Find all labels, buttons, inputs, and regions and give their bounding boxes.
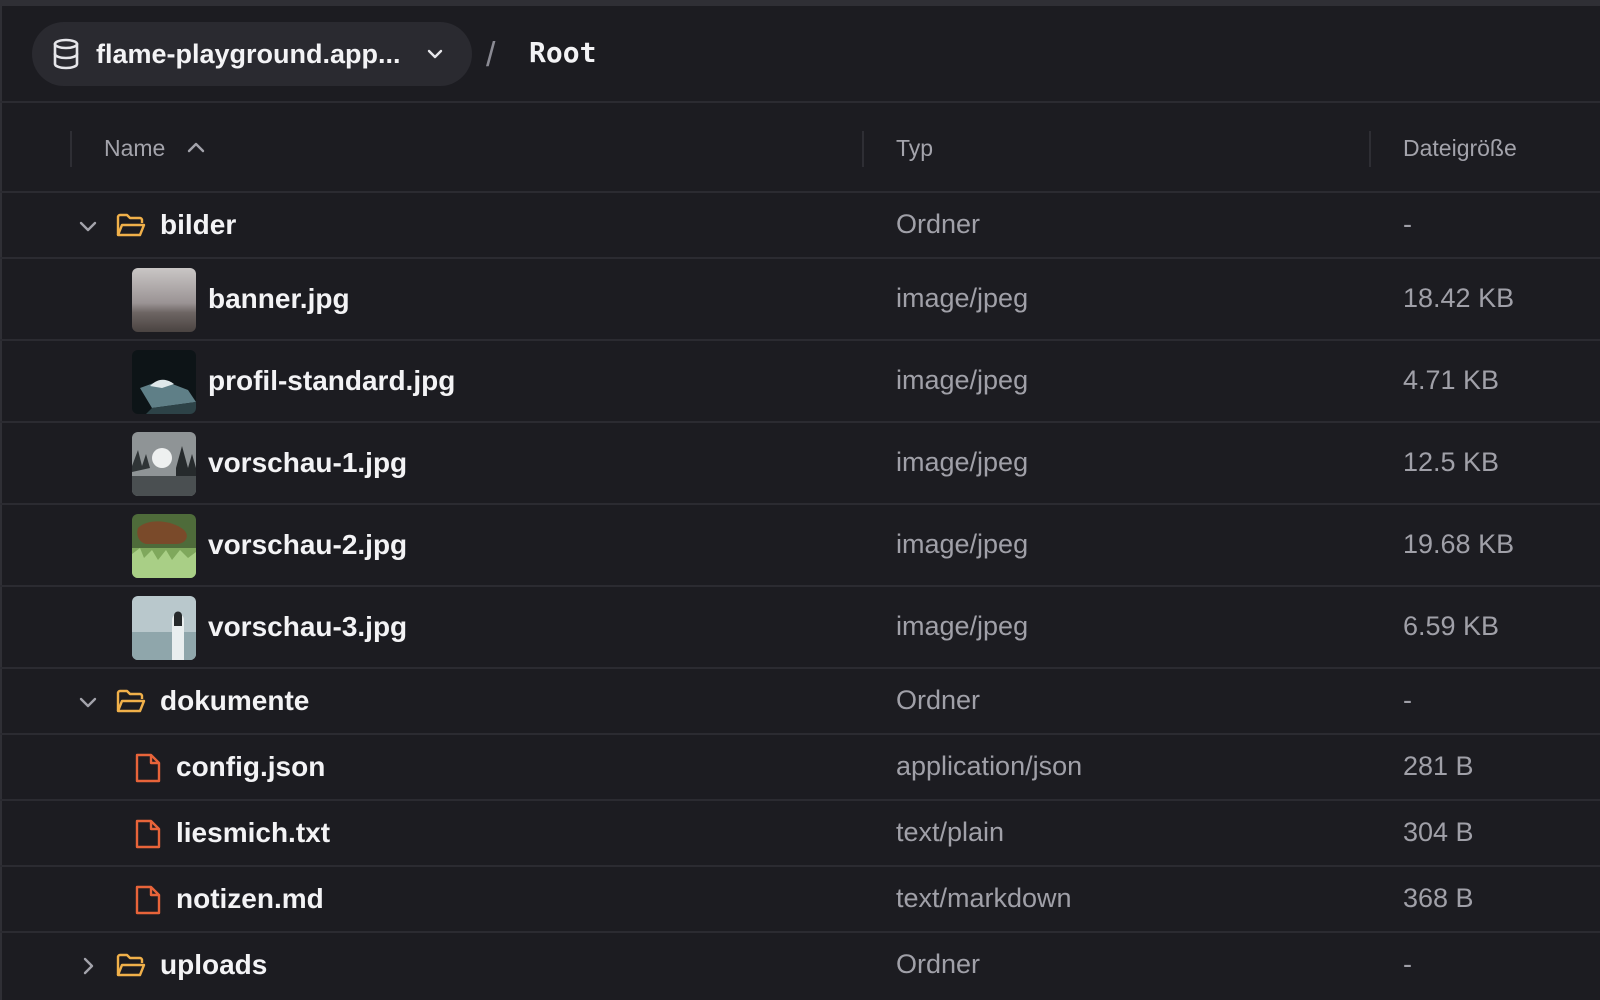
file-list: bilder Ordner - banner.jpg image/jpeg 18…: [0, 193, 1600, 999]
breadcrumb-separator: /: [486, 36, 496, 74]
table-row[interactable]: vorschau-1.jpg image/jpeg 12.5 KB: [0, 423, 1600, 505]
file-name: banner.jpg: [208, 283, 350, 314]
table-row[interactable]: profil-standard.jpg image/jpeg 4.71 KB: [0, 341, 1600, 423]
file-name: dokumente: [160, 685, 310, 716]
file-type: text/markdown: [896, 883, 1072, 913]
file-size: 18.42 KB: [1403, 283, 1515, 313]
file-name: vorschau-2.jpg: [208, 529, 408, 560]
table-row[interactable]: uploads Ordner -: [0, 933, 1600, 999]
column-divider: [1369, 131, 1371, 167]
file-name: notizen.md: [176, 883, 324, 914]
table-row[interactable]: vorschau-2.jpg image/jpeg 19.68 KB: [0, 505, 1600, 587]
chevron-down-icon: [426, 44, 446, 64]
file-name: liesmich.txt: [176, 817, 331, 848]
table-row[interactable]: liesmich.txt text/plain 304 B: [0, 801, 1600, 867]
file-name: vorschau-3.jpg: [208, 611, 408, 642]
file-name: bilder: [160, 209, 237, 240]
column-divider: [70, 131, 72, 167]
column-header-type[interactable]: Typ: [896, 135, 933, 162]
table-row[interactable]: dokumente Ordner -: [0, 669, 1600, 735]
file-type: Ordner: [896, 685, 981, 715]
file-name: vorschau-1.jpg: [208, 447, 408, 478]
database-icon: [52, 38, 82, 70]
file-size: 368 B: [1403, 883, 1474, 913]
file-icon: [135, 885, 161, 915]
file-type: Ordner: [896, 949, 981, 979]
file-size: 281 B: [1403, 751, 1474, 781]
column-header-name[interactable]: Name: [104, 135, 165, 162]
file-type: Ordner: [896, 209, 981, 239]
profile-thumbnail: [132, 350, 196, 414]
preview2-thumbnail: [132, 514, 196, 578]
folder-open-icon: [116, 953, 146, 977]
table-row[interactable]: banner.jpg image/jpeg 18.42 KB: [0, 259, 1600, 341]
breadcrumb-bar: flame-playground.app... / Root: [0, 6, 1600, 103]
preview1-thumbnail: [132, 432, 196, 496]
file-size: -: [1403, 209, 1412, 239]
chevron-down-icon[interactable]: [78, 692, 98, 712]
file-type: image/jpeg: [896, 611, 1029, 641]
file-size: 304 B: [1403, 817, 1474, 847]
file-size: 12.5 KB: [1403, 447, 1500, 477]
file-icon: [135, 753, 161, 783]
file-icon: [135, 819, 161, 849]
file-size: 6.59 KB: [1403, 611, 1500, 641]
file-size: -: [1403, 685, 1412, 715]
table-row[interactable]: vorschau-3.jpg image/jpeg 6.59 KB: [0, 587, 1600, 669]
breadcrumb-root[interactable]: Root: [529, 36, 596, 69]
preview3-thumbnail: [132, 596, 196, 660]
table-header: Name Typ Dateigröße: [0, 105, 1600, 193]
file-name: config.json: [176, 751, 326, 782]
folder-open-icon: [116, 689, 146, 713]
table-row[interactable]: notizen.md text/markdown 368 B: [0, 867, 1600, 933]
table-row[interactable]: config.json application/json 281 B: [0, 735, 1600, 801]
file-name: uploads: [160, 949, 268, 980]
file-name: profil-standard.jpg: [208, 365, 456, 396]
chevron-right-icon[interactable]: [78, 956, 98, 976]
bucket-name: flame-playground.app...: [96, 38, 401, 69]
chevron-down-icon[interactable]: [78, 216, 98, 236]
file-type: image/jpeg: [896, 447, 1029, 477]
file-type: application/json: [896, 751, 1083, 781]
file-size: 4.71 KB: [1403, 365, 1500, 395]
column-header-size[interactable]: Dateigröße: [1403, 135, 1517, 162]
table-row[interactable]: bilder Ordner -: [0, 193, 1600, 259]
bucket-selector[interactable]: flame-playground.app...: [32, 22, 472, 86]
file-type: text/plain: [896, 817, 1005, 847]
sort-ascending-icon[interactable]: [186, 138, 206, 158]
file-type: image/jpeg: [896, 365, 1029, 395]
banner-thumbnail: [132, 268, 196, 332]
file-type: image/jpeg: [896, 529, 1029, 559]
column-divider: [862, 131, 864, 167]
folder-open-icon: [116, 213, 146, 237]
file-size: -: [1403, 949, 1412, 979]
file-size: 19.68 KB: [1403, 529, 1515, 559]
file-type: image/jpeg: [896, 283, 1029, 313]
